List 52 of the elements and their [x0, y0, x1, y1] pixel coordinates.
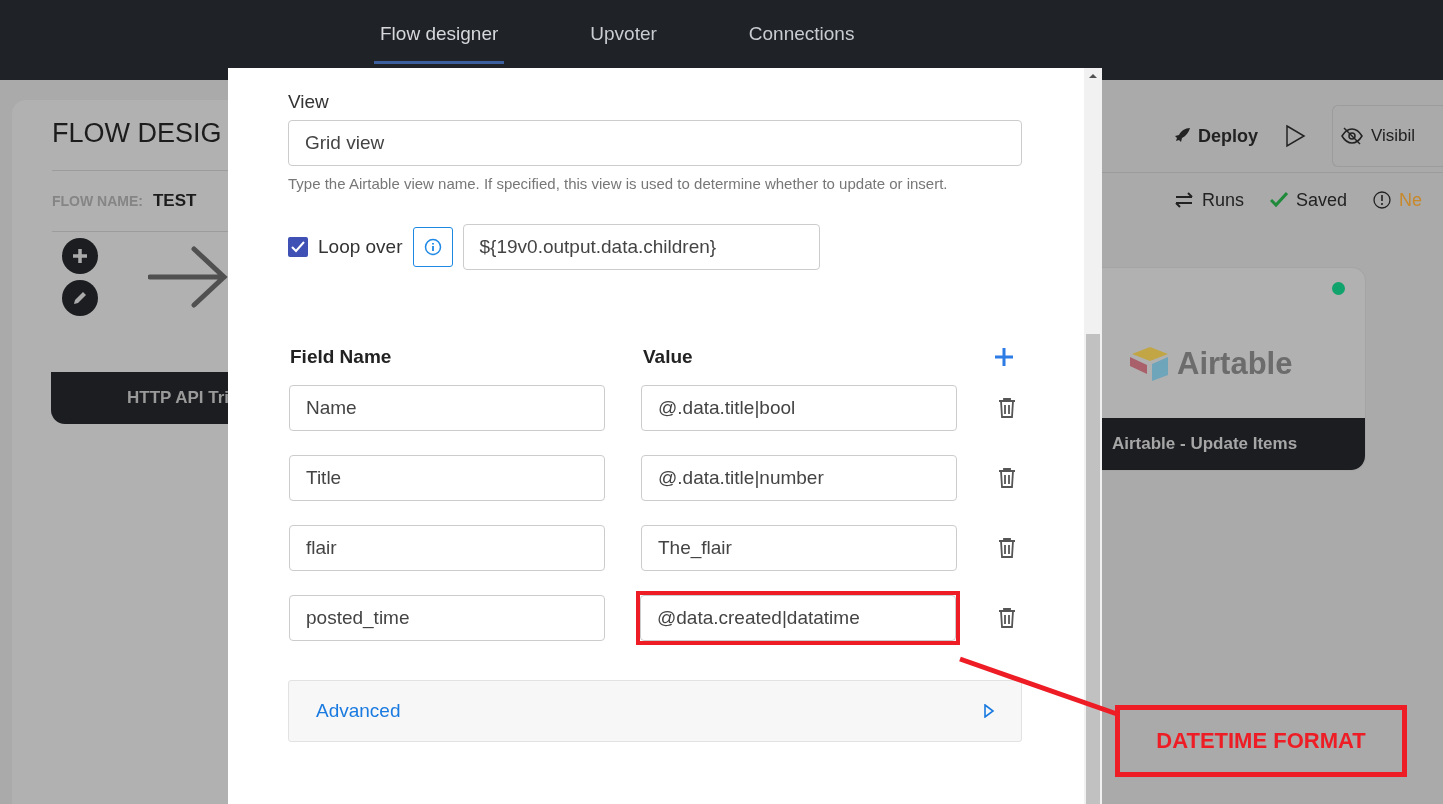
- page-title: FLOW DESIG: [52, 118, 223, 150]
- eye-slash-icon: [1341, 127, 1363, 145]
- pencil-icon: [71, 289, 89, 307]
- field-name-input[interactable]: posted_time: [289, 595, 605, 641]
- caret-icon: [983, 704, 995, 718]
- add-button[interactable]: [62, 238, 98, 274]
- arrow-icon: [148, 245, 228, 309]
- field-name-input[interactable]: Title: [289, 455, 605, 501]
- nav-tab[interactable]: Upvoter: [584, 0, 663, 64]
- advanced-section[interactable]: Advanced: [288, 680, 1022, 742]
- saved-status: Saved: [1270, 189, 1348, 211]
- box-logo-icon: [1129, 346, 1171, 382]
- field-name-input[interactable]: Name: [289, 385, 605, 431]
- alert-icon: [1373, 191, 1392, 209]
- info-button[interactable]: [412, 227, 453, 267]
- field-name-input[interactable]: flair: [289, 525, 605, 571]
- nav-tab[interactable]: Flow designer: [374, 0, 505, 64]
- value-input[interactable]: @data.created|datatime: [640, 595, 956, 641]
- help-text: Type the Airtable view name. If specified, this view is used to determine whether to update or insert.: [288, 174, 949, 194]
- callout-label: DATETIME FORMAT: [1115, 705, 1407, 777]
- scrollbar[interactable]: [1084, 68, 1102, 804]
- loop-field[interactable]: ${19v0.output.data.children}: [462, 224, 820, 270]
- nav-tab[interactable]: Connections: [742, 0, 861, 64]
- trigger-node[interactable]: HTTP API Tri: [51, 372, 228, 424]
- notice-status: Ne: [1373, 189, 1423, 211]
- trash-icon[interactable]: [997, 467, 1017, 489]
- node-card[interactable]: Airtable Airtable - Update Items: [1102, 267, 1366, 471]
- deploy-button[interactable]: Deploy: [1172, 125, 1258, 147]
- view-label: View: [288, 90, 330, 114]
- value-input[interactable]: @.data.title|number: [641, 455, 957, 501]
- value-input[interactable]: @.data.title|bool: [641, 385, 957, 431]
- loop-checkbox[interactable]: [288, 237, 308, 257]
- trash-icon[interactable]: [997, 607, 1017, 629]
- visibility-button[interactable]: Visibil: [1332, 105, 1443, 167]
- plus-icon: [71, 247, 89, 265]
- swap-icon: [1174, 192, 1194, 208]
- runs-button[interactable]: Runs: [1174, 189, 1245, 211]
- logo-text: Airtable: [1177, 346, 1293, 382]
- view-field[interactable]: Grid view: [288, 120, 1022, 166]
- flow-name: TEST: [153, 191, 197, 211]
- check-icon: [1270, 192, 1289, 208]
- add-icon[interactable]: [993, 346, 1015, 368]
- value-input[interactable]: The_flair: [641, 525, 957, 571]
- edit-button[interactable]: [62, 280, 98, 316]
- column-header: Value: [642, 346, 694, 368]
- trash-icon[interactable]: [997, 537, 1017, 559]
- column-header: Field Name: [289, 346, 393, 368]
- trash-icon[interactable]: [997, 397, 1017, 419]
- loop-label: Loop over: [318, 236, 403, 258]
- info-icon: [423, 238, 442, 256]
- node-label: Airtable - Update Items: [1102, 418, 1365, 470]
- play-icon[interactable]: [1284, 124, 1306, 148]
